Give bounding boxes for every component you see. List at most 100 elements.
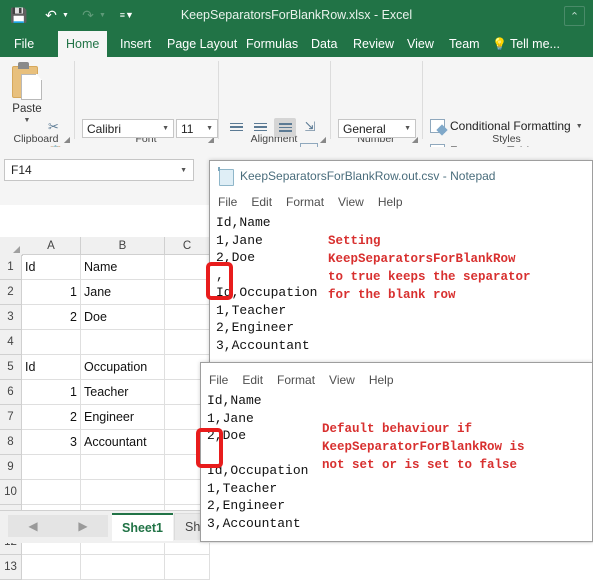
cell-c4[interactable] — [165, 330, 210, 355]
tab-view[interactable]: View — [399, 31, 442, 57]
align-bottom-icon[interactable] — [274, 118, 296, 137]
menu-file[interactable]: File — [218, 195, 237, 209]
cell-a8[interactable]: 3 — [22, 430, 81, 455]
row-header-9[interactable]: 9 — [0, 455, 22, 480]
sheet-tab-sheet1[interactable]: Sheet1 — [112, 513, 173, 541]
tell-me-box[interactable]: 💡 Tell me... — [492, 31, 560, 57]
align-top-icon[interactable] — [226, 118, 246, 136]
cell-b4[interactable] — [81, 330, 165, 355]
ribbon-display-options-icon[interactable]: ⌃ — [564, 6, 585, 26]
sheet-nav-next-icon[interactable]: ▶ — [78, 519, 87, 533]
cell-a4[interactable] — [22, 330, 81, 355]
cell-a1[interactable]: Id — [22, 255, 81, 280]
align-middle-icon[interactable] — [250, 118, 270, 136]
cell-a9[interactable] — [22, 455, 81, 480]
tab-formulas[interactable]: Formulas — [238, 31, 306, 57]
menu-format[interactable]: Format — [277, 373, 315, 387]
ribbon-sep-2 — [218, 61, 219, 139]
cell-b2[interactable]: Jane — [81, 280, 165, 305]
menu-edit[interactable]: Edit — [251, 195, 272, 209]
tab-page-layout[interactable]: Page Layout — [159, 31, 245, 57]
number-format-combo[interactable]: General ▼ — [338, 119, 416, 138]
alignment-dialog-launcher-icon[interactable]: ◢ — [320, 135, 326, 144]
menu-help[interactable]: Help — [378, 195, 403, 209]
cell-a7[interactable]: 2 — [22, 405, 81, 430]
ribbon-sep-4 — [422, 61, 423, 139]
row-header-1[interactable]: 1 — [0, 255, 22, 280]
cell-b8[interactable]: Accountant — [81, 430, 165, 455]
name-box-caret-icon[interactable]: ▼ — [180, 167, 187, 174]
name-box[interactable]: F14 ▼ — [4, 159, 194, 181]
cell-a6[interactable]: 1 — [22, 380, 81, 405]
lightbulb-icon: 💡 — [492, 37, 507, 51]
cell-b6[interactable]: Teacher — [81, 380, 165, 405]
cell-b5[interactable]: Occupation — [81, 355, 165, 380]
conditional-formatting-caret-icon[interactable]: ▼ — [576, 123, 583, 130]
highlight-box-top — [206, 262, 233, 300]
tab-insert[interactable]: Insert — [112, 31, 159, 57]
column-header-a[interactable]: A — [22, 237, 81, 255]
menu-view[interactable]: View — [329, 373, 355, 387]
conditional-formatting-icon — [430, 119, 445, 133]
conditional-formatting-button[interactable]: Conditional Formatting ▼ — [430, 119, 583, 133]
cell-c13[interactable] — [165, 555, 210, 580]
row-header-2[interactable]: 2 — [0, 280, 22, 305]
row-header-4[interactable]: 4 — [0, 330, 22, 355]
cell-a13[interactable] — [22, 555, 81, 580]
sheet-nav-prev-icon[interactable]: ◀ — [28, 519, 37, 533]
font-size-value: 11 — [181, 121, 194, 136]
orientation-icon[interactable]: ⇲ — [300, 117, 320, 136]
tab-file[interactable]: File — [6, 31, 42, 57]
clipboard-group-label: Clipboard — [13, 133, 59, 145]
menu-format[interactable]: Format — [286, 195, 324, 209]
tab-data[interactable]: Data — [303, 31, 345, 57]
row-header-8[interactable]: 8 — [0, 430, 22, 455]
cell-a3[interactable]: 2 — [22, 305, 81, 330]
row-header-13[interactable]: 13 — [0, 555, 22, 580]
menu-view[interactable]: View — [338, 195, 364, 209]
font-family-combo[interactable]: Calibri ▼ — [82, 119, 174, 138]
row-header-3[interactable]: 3 — [0, 305, 22, 330]
number-format-value: General — [343, 121, 386, 136]
cell-a2[interactable]: 1 — [22, 280, 81, 305]
paste-dropdown-icon[interactable]: ▼ — [5, 117, 49, 124]
row-header-7[interactable]: 7 — [0, 405, 22, 430]
paste-label[interactable]: Paste — [5, 103, 49, 115]
cell-c3[interactable] — [165, 305, 210, 330]
cell-b13[interactable] — [81, 555, 165, 580]
excel-title-text: KeepSeparatorsForBlankRow.xlsx - Excel — [180, 8, 413, 22]
row-header-6[interactable]: 6 — [0, 380, 22, 405]
cell-a10[interactable] — [22, 480, 81, 505]
cell-a5[interactable]: Id — [22, 355, 81, 380]
cell-b7[interactable]: Engineer — [81, 405, 165, 430]
font-family-caret-icon[interactable]: ▼ — [162, 125, 173, 132]
cell-b9[interactable] — [81, 455, 165, 480]
cut-scissors-icon[interactable]: ✂ — [48, 119, 59, 135]
sheet-nav-buttons[interactable]: ◀ ▶ — [8, 515, 108, 537]
number-format-caret-icon[interactable]: ▼ — [404, 125, 415, 132]
menu-edit[interactable]: Edit — [242, 373, 263, 387]
row-header-5[interactable]: 5 — [0, 355, 22, 380]
column-header-b[interactable]: B — [81, 237, 165, 255]
row-header-10[interactable]: 10 — [0, 480, 22, 505]
cell-b3[interactable]: Doe — [81, 305, 165, 330]
column-header-c[interactable]: C — [165, 237, 210, 255]
cell-b10[interactable] — [81, 480, 165, 505]
menu-help[interactable]: Help — [369, 373, 394, 387]
cell-c1[interactable] — [165, 255, 210, 280]
cell-b1[interactable]: Name — [81, 255, 165, 280]
font-size-caret-icon[interactable]: ▼ — [206, 125, 217, 132]
menu-file[interactable]: File — [209, 373, 228, 387]
select-all-corner[interactable] — [0, 237, 23, 256]
font-size-combo[interactable]: 11 ▼ — [176, 119, 218, 138]
tab-team[interactable]: Team — [441, 31, 488, 57]
annotation-top: Setting KeepSeparatorsForBlankRow to tru… — [328, 234, 531, 302]
ribbon-group-clipboard: Paste ▼ Clipboard ◢ — [0, 57, 72, 147]
paste-icon[interactable] — [10, 62, 44, 102]
highlight-box-bottom — [196, 428, 223, 468]
notepad-top-title-text: KeepSeparatorsForBlankRow.out.csv - Note… — [240, 169, 496, 183]
clipboard-dialog-launcher-icon[interactable]: ◢ — [64, 135, 70, 144]
tab-home[interactable]: Home — [58, 31, 108, 57]
cell-c2[interactable] — [165, 280, 210, 305]
tab-review[interactable]: Review — [345, 31, 402, 57]
